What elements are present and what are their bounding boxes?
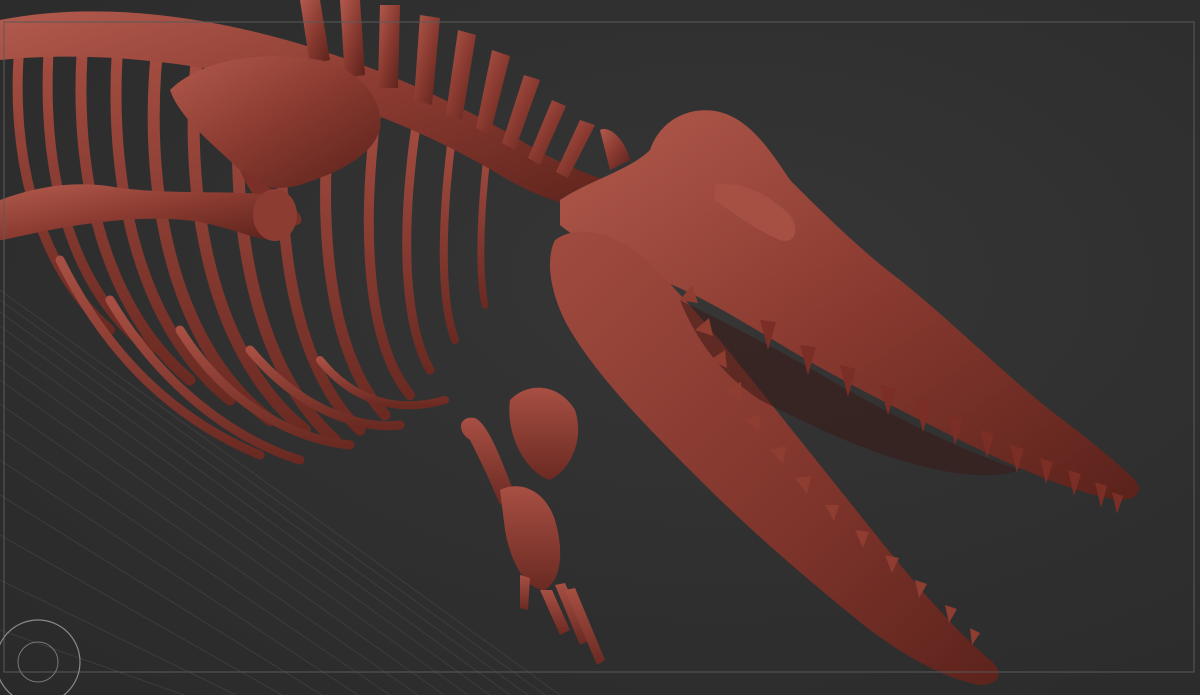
3d-viewport[interactable] [0, 0, 1200, 695]
circle-target-icon[interactable] [0, 619, 81, 695]
sculpt-scene[interactable] [0, 0, 1200, 695]
flipper [460, 387, 605, 665]
skull [550, 110, 1140, 685]
